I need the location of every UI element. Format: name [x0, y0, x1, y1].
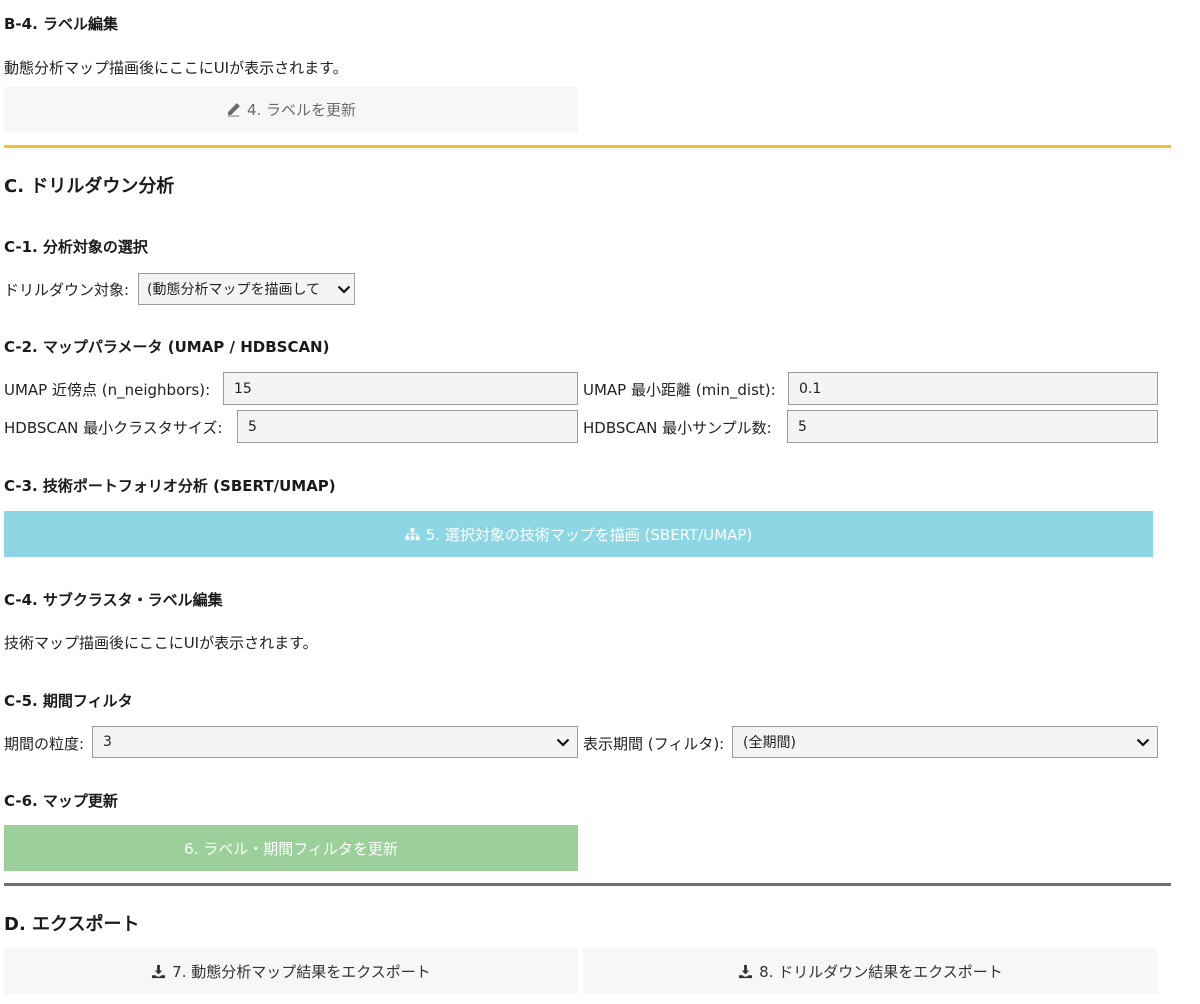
n-neighbors-label: UMAP 近傍点 (n_neighbors):	[4, 381, 211, 399]
chevron-down-icon	[337, 285, 351, 294]
drilldown-target-value: (動態分析マップを描画して	[147, 282, 321, 298]
display-period-label: 表示期間 (フィルタ):	[583, 735, 725, 753]
section-c1-heading: C-1. 分析対象の選択	[4, 238, 148, 256]
export-dynamic-map-button[interactable]: 7. 動態分析マップ結果をエクスポート	[4, 948, 578, 994]
b4-placeholder-text: 動態分析マップ描画後にここにUIが表示されます。	[4, 59, 348, 77]
display-period-select[interactable]: (全期間)	[732, 726, 1158, 758]
c4-placeholder-text: 技術マップ描画後にここにUIが表示されます。	[4, 634, 318, 652]
min-dist-label: UMAP 最小距離 (min_dist):	[583, 381, 776, 399]
section-c4-heading: C-4. サブクラスタ・ラベル編集	[4, 591, 223, 609]
section-c3-heading: C-3. 技術ポートフォリオ分析 (SBERT/UMAP)	[4, 477, 336, 495]
period-granularity-select[interactable]: 3	[92, 726, 578, 758]
section-c5-heading: C-5. 期間フィルタ	[4, 692, 133, 710]
section-c6-heading: C-6. マップ更新	[4, 792, 118, 810]
update-labels-period-button-label: 6. ラベル・期間フィルタを更新	[184, 839, 398, 858]
chevron-down-icon	[556, 738, 570, 747]
period-granularity-label: 期間の粒度:	[4, 735, 85, 753]
drilldown-target-select[interactable]: (動態分析マップを描画して	[138, 273, 355, 305]
section-c2-heading: C-2. マップパラメータ (UMAP / HDBSCAN)	[4, 338, 330, 356]
section-b4-heading: B-4. ラベル編集	[4, 15, 119, 33]
section-c-divider	[4, 145, 1171, 148]
min-dist-input[interactable]: 0.1	[788, 372, 1158, 405]
export-dynamic-map-button-label: 7. 動態分析マップ結果をエクスポート	[172, 962, 431, 981]
period-granularity-value: 3	[103, 734, 112, 750]
display-period-value: (全期間)	[743, 735, 796, 751]
section-d-divider	[4, 883, 1171, 886]
min-samples-input[interactable]: 5	[787, 410, 1158, 443]
download-icon	[152, 964, 166, 978]
min-samples-label: HDBSCAN 最小サンプル数:	[583, 419, 772, 437]
section-d-heading: D. エクスポート	[4, 914, 140, 935]
export-drilldown-button-label: 8. ドリルダウン結果をエクスポート	[759, 962, 1003, 981]
download-icon	[739, 964, 753, 978]
min-cluster-size-input[interactable]: 5	[237, 410, 578, 443]
min-cluster-size-label: HDBSCAN 最小クラスタサイズ:	[4, 419, 223, 437]
pencil-icon	[227, 103, 240, 117]
export-drilldown-button[interactable]: 8. ドリルダウン結果をエクスポート	[583, 948, 1158, 994]
n-neighbors-input[interactable]: 15	[223, 372, 578, 405]
update-labels-period-button[interactable]: 6. ラベル・期間フィルタを更新	[4, 825, 578, 871]
section-c-heading: C. ドリルダウン分析	[4, 176, 175, 197]
update-labels-button-label: 4. ラベルを更新	[246, 101, 357, 119]
drilldown-target-label: ドリルダウン対象:	[4, 281, 130, 299]
draw-tech-map-button-label: 5. 選択対象の技術マップを描画 (SBERT/UMAP)	[425, 525, 753, 544]
chevron-down-icon	[1136, 738, 1150, 747]
sitemap-icon	[405, 527, 420, 540]
draw-tech-map-button[interactable]: 5. 選択対象の技術マップを描画 (SBERT/UMAP)	[4, 511, 1153, 557]
update-labels-button[interactable]: 4. ラベルを更新	[4, 87, 578, 132]
